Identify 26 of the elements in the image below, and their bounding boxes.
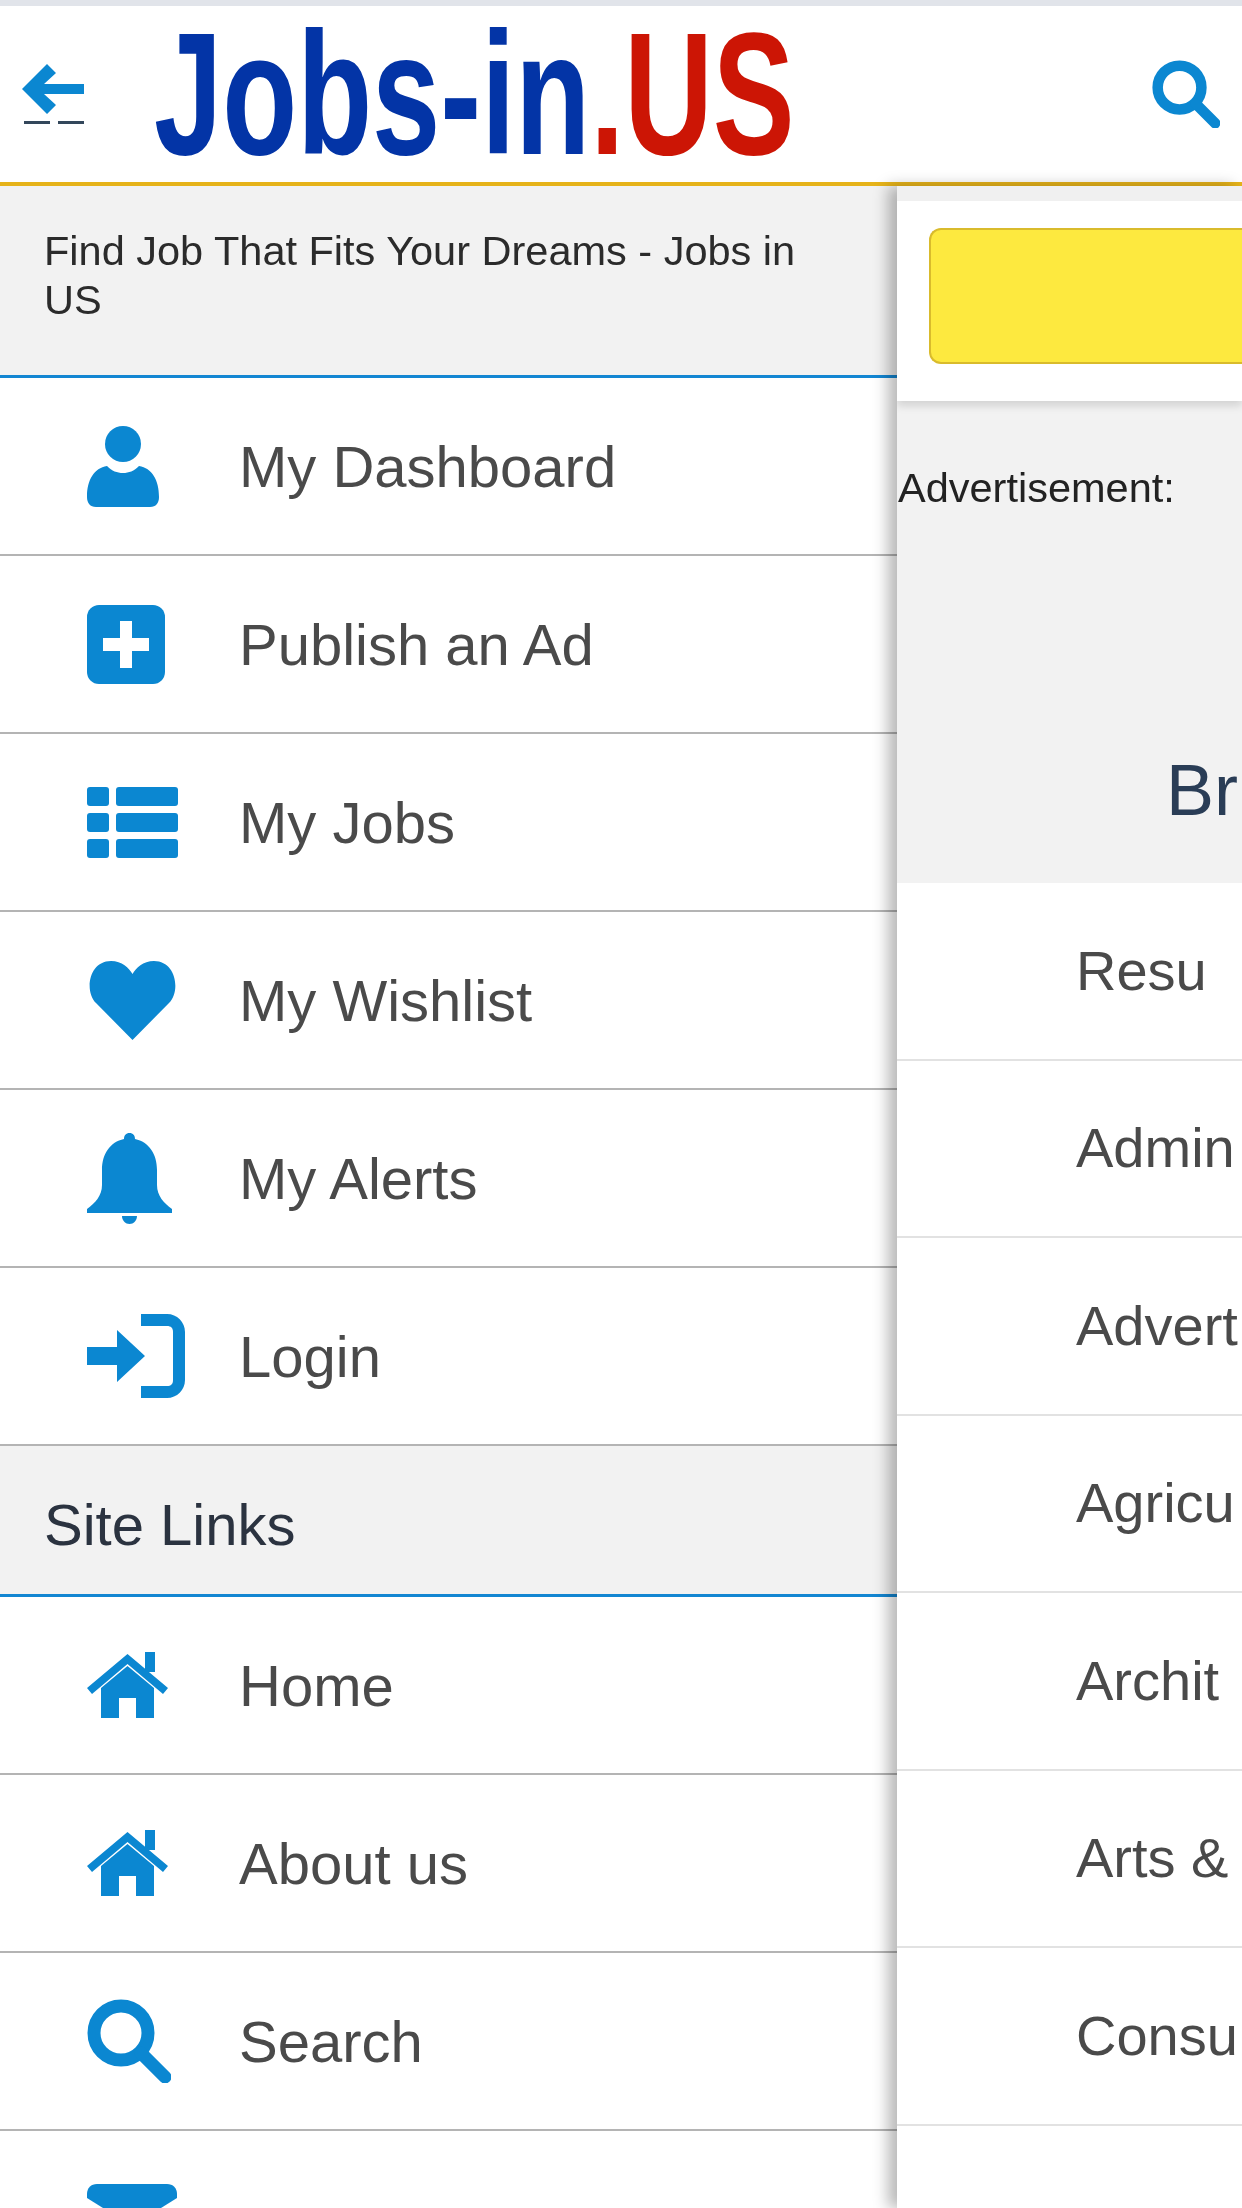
category-link[interactable]: Consu: [897, 1948, 1242, 2126]
tagline-text: Find Job That Fits Your Dreams - Jobs in US: [44, 227, 796, 323]
section-heading: Site Links: [44, 1490, 296, 1559]
back-arrow-icon: [22, 63, 86, 125]
category-link[interactable]: Resu: [897, 883, 1242, 1061]
list-icon: [87, 786, 178, 858]
section-heading: Br: [1165, 749, 1239, 832]
ad-label: Advertisement:: [897, 463, 1176, 512]
site-logo[interactable]: Jobs-in.US: [154, 7, 795, 181]
bell-icon: [87, 1132, 172, 1224]
search-icon: [87, 1999, 171, 2083]
back-button[interactable]: [22, 63, 86, 125]
search-button[interactable]: [1152, 60, 1220, 128]
user-icon: [87, 425, 159, 507]
envelope-icon: [87, 2184, 177, 2208]
sign-in-icon: [87, 1314, 185, 1398]
heart-icon: [87, 960, 178, 1040]
category-link[interactable]: Agricu: [897, 1415, 1242, 1593]
house-icon: [87, 1652, 168, 1718]
category-link[interactable]: Archit: [897, 1593, 1242, 1771]
house-icon: [87, 1830, 168, 1896]
category-link[interactable]: Admin: [897, 1060, 1242, 1238]
category-link[interactable]: Advert: [897, 1238, 1242, 1416]
plus-square-icon: [87, 604, 165, 684]
category-link[interactable]: Arts &: [897, 1770, 1242, 1948]
search-icon: [1152, 60, 1220, 128]
